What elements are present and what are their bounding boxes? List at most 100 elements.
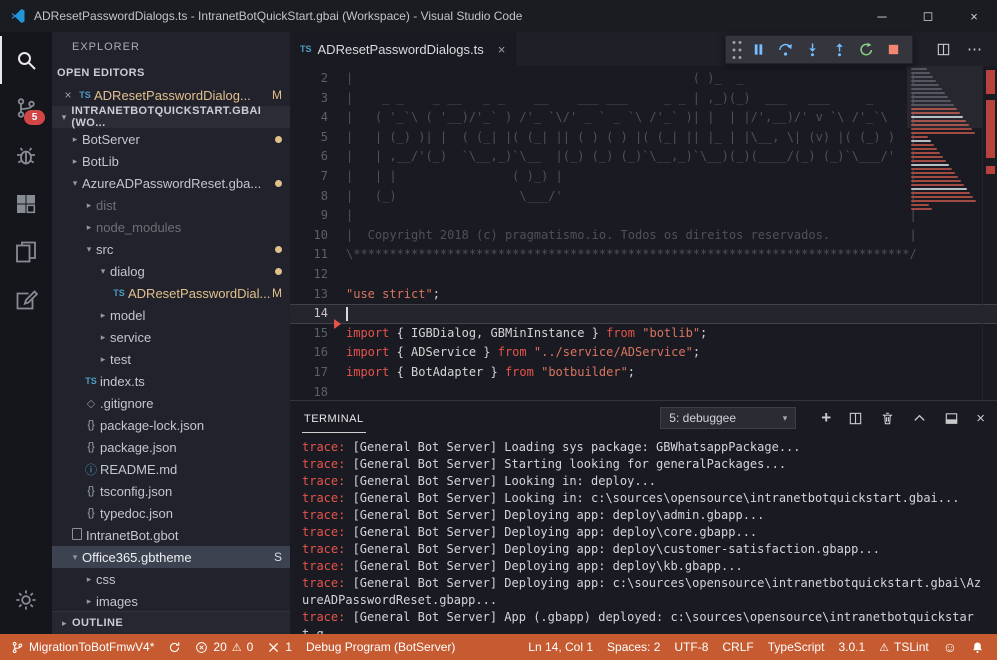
code-line-8[interactable]: 8| (_) \___/' | [290, 187, 997, 207]
split-terminal-button[interactable] [848, 411, 863, 426]
tree-item-service[interactable]: ▸service [52, 326, 290, 348]
status-item-utf-8[interactable]: UTF-8 [667, 634, 715, 660]
activity-source-control-button[interactable]: 5 [0, 84, 52, 132]
tree-item-gitignore[interactable]: ◇.gitignore [52, 392, 290, 414]
status-item-ln-14-col-1[interactable]: Ln 14, Col 1 [521, 634, 600, 660]
maximize-panel-button[interactable] [912, 411, 927, 426]
tree-item-images[interactable]: ▸images [52, 590, 290, 612]
tree-item-dist[interactable]: ▸dist [52, 194, 290, 216]
settings-gear-button[interactable] [0, 576, 52, 624]
tab-adresetpassworddialogs[interactable]: TS ADResetPasswordDialogs.ts × [290, 32, 516, 66]
toggle-panel-position-button[interactable] [944, 411, 959, 426]
terminal-output[interactable]: trace: [General Bot Server] Loading sys … [290, 435, 997, 634]
tree-item-src[interactable]: ▾src [52, 238, 290, 260]
tab-label: ADResetPasswordDialogs.ts [318, 42, 484, 57]
tab-terminal[interactable]: TERMINAL [302, 404, 366, 433]
code-editor[interactable]: 2| ( )_ _ |3| _ _ _ __ _ _ __ ___ ___ _ … [290, 66, 997, 400]
tree-item-package-lock-json[interactable]: {}package-lock.json [52, 414, 290, 436]
step-into-button[interactable] [799, 37, 826, 62]
debug-status[interactable]: Debug Program (BotServer) [299, 634, 462, 660]
terminal-select[interactable]: 5: debuggee ▾ [660, 407, 796, 429]
minimize-button[interactable]: ─ [859, 0, 905, 32]
close-button[interactable]: × [951, 0, 997, 32]
activity-files-button[interactable] [0, 228, 52, 276]
new-terminal-button[interactable]: + [821, 408, 831, 428]
git-branch-status[interactable]: MigrationToBotFmwV4* [4, 634, 161, 660]
status-item-crlf[interactable]: CRLF [715, 634, 760, 660]
split-editor-button[interactable] [936, 42, 951, 57]
tree-item-package-json[interactable]: {}package.json [52, 436, 290, 458]
code-line-7[interactable]: 7| | | ( )_) | | [290, 167, 997, 187]
minimap-slider[interactable] [907, 66, 983, 128]
code-line-10[interactable]: 10| Copyright 2018 (c) pragmatismo.io. T… [290, 226, 997, 246]
tree-item-office365-gbtheme[interactable]: ▾Office365.gbthemeS [52, 546, 290, 568]
activity-debug-button[interactable] [0, 132, 52, 180]
search-icon [14, 48, 38, 72]
more-actions-button[interactable]: ⋯ [967, 40, 983, 58]
tree-item-adresetpassworddial[interactable]: TSADResetPasswordDial...M [52, 282, 290, 304]
tree-item-dialog[interactable]: ▾dialog [52, 260, 290, 282]
problems-status[interactable]: 20 ⚠ 0 [188, 634, 260, 660]
code-line-16[interactable]: 16import { ADService } from "../service/… [290, 343, 997, 363]
notifications-button[interactable] [964, 634, 991, 660]
item-label: images [96, 594, 138, 609]
sync-button[interactable] [161, 634, 188, 660]
code-line-5[interactable]: 5| | (_) )| | ( (_| |( (_| || ( ) ( ) |(… [290, 128, 997, 148]
open-editor-item[interactable]: ×TSADResetPasswordDialog...M [52, 84, 290, 106]
code-line-4[interactable]: 4| ( '_`\ ( '__)/'_` ) /'_ `\/' _ ` _ `\… [290, 108, 997, 128]
minimap[interactable] [907, 66, 983, 400]
kill-terminal-button[interactable] [880, 411, 895, 426]
code-line-6[interactable]: 6| | ,__/'(_) `\__,_)`\__ |(_) (_) (_)`\… [290, 147, 997, 167]
tree-item-botserver[interactable]: ▸BotServer [52, 128, 290, 150]
braces-file-icon: {} [82, 441, 100, 453]
close-icon[interactable]: × [60, 88, 76, 102]
activity-edit-button[interactable] [0, 276, 52, 324]
restart-button[interactable] [853, 37, 880, 62]
tree-item-tsconfig-json[interactable]: {}tsconfig.json [52, 480, 290, 502]
code-line-15[interactable]: 15import { IGBDialog, GBMinInstance } fr… [290, 324, 997, 344]
chevron-down-icon: ▾ [68, 178, 82, 189]
tree-item-azureadpasswordreset-gba[interactable]: ▾AzureADPasswordReset.gba... [52, 172, 290, 194]
tree-item-node-modules[interactable]: ▸node_modules [52, 216, 290, 238]
tree-item-intranetbot-gbot[interactable]: IntranetBot.gbot [52, 524, 290, 546]
close-panel-button[interactable]: × [976, 410, 985, 427]
code-line-17[interactable]: 17import { BotAdapter } from "botbuilder… [290, 363, 997, 383]
drag-handle-icon[interactable] [731, 42, 743, 58]
code-line-14[interactable]: 14 [290, 304, 997, 324]
tree-item-model[interactable]: ▸model [52, 304, 290, 326]
overview-ruler[interactable] [982, 66, 997, 400]
status-item-tslint[interactable]: ⚠TSLint [872, 634, 936, 660]
terminal-line: trace: [General Bot Server] Deploying ap… [302, 558, 985, 575]
activity-extensions-button[interactable] [0, 180, 52, 228]
code-line-2[interactable]: 2| ( )_ _ | [290, 69, 997, 89]
stop-button[interactable] [880, 37, 907, 62]
code-line-9[interactable]: 9| | [290, 206, 997, 226]
status-item-3-0-1[interactable]: 3.0.1 [831, 634, 872, 660]
activity-bar-items: 5 [0, 36, 52, 324]
open-editors-header[interactable]: OPEN EDITORS [52, 62, 290, 84]
tree-item-index-ts[interactable]: TSindex.ts [52, 370, 290, 392]
step-out-button[interactable] [826, 37, 853, 62]
tasks-status[interactable]: 1 [260, 634, 299, 660]
status-item-typescript[interactable]: TypeScript [761, 634, 832, 660]
pause-button[interactable] [745, 37, 772, 62]
code-line-13[interactable]: 13"use strict"; [290, 285, 997, 305]
code-line-18[interactable]: 18 [290, 383, 997, 401]
workspace-section-header[interactable]: ▾ INTRANETBOTQUICKSTART.GBAI (WO... [52, 106, 290, 128]
tree-item-typedoc-json[interactable]: {}typedoc.json [52, 502, 290, 524]
tab-close-icon[interactable]: × [498, 42, 506, 57]
outline-section-header[interactable]: ▸ OUTLINE [52, 611, 290, 634]
code-line-11[interactable]: 11\*************************************… [290, 245, 997, 265]
maximize-button[interactable]: ◻ [905, 0, 951, 32]
step-over-button[interactable] [772, 37, 799, 62]
tree-item-test[interactable]: ▸test [52, 348, 290, 370]
status-item-spaces-2[interactable]: Spaces: 2 [600, 634, 667, 660]
code-line-3[interactable]: 3| _ _ _ __ _ _ __ ___ ___ _ _ | ,_)(_) … [290, 89, 997, 109]
feedback-button[interactable]: ☺ [936, 634, 964, 660]
chevron-right-icon: ▸ [68, 156, 82, 167]
tree-item-readme-md[interactable]: ⓘREADME.md [52, 458, 290, 480]
code-line-12[interactable]: 12 [290, 265, 997, 285]
tree-item-css[interactable]: ▸css [52, 568, 290, 590]
tree-item-botlib[interactable]: ▸BotLib [52, 150, 290, 172]
activity-search-button[interactable] [0, 36, 52, 84]
